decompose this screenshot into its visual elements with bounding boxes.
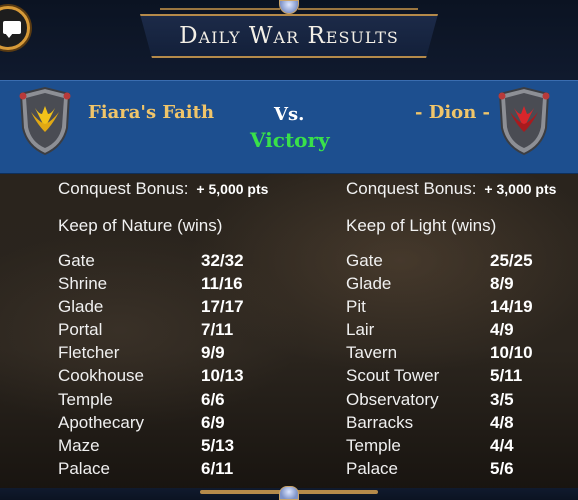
list-item: Maze 5/13 [58,435,234,458]
building-name: Cookhouse [58,366,145,386]
list-item: Glade 8/9 [346,273,514,296]
left-crest-shield-icon [19,86,71,156]
right-crest-shield-icon [498,86,550,156]
building-score: 8/9 [490,274,514,294]
list-item: Apothecary 6/9 [58,412,225,435]
building-name: Palace [58,458,110,478]
list-item: Cookhouse 10/13 [58,365,244,388]
building-name: Scout Tower [346,366,440,386]
page-title: Daily War Results [179,23,399,49]
building-name: Portal [58,320,103,340]
title-ornament-left [160,8,280,10]
building-score: 6/6 [201,389,225,409]
building-score: 4/8 [490,412,514,432]
building-score: 5/11 [490,366,523,386]
chat-bubble-icon [3,21,21,38]
list-item: Portal 7/11 [58,319,233,342]
building-name: Shrine [58,274,108,294]
building-name: Apothecary [58,412,144,432]
list-item: Glade 17/17 [58,296,244,319]
conquest-bonus-label: Conquest Bonus: [346,179,477,198]
building-name: Lair [346,320,375,340]
list-item: Pit 14/19 [346,296,533,319]
conquest-bonus-label: Conquest Bonus: [58,179,189,198]
building-name: Maze [58,435,100,455]
building-score: 7/11 [201,320,234,340]
list-item: Gate 25/25 [346,250,533,273]
building-score: 4/9 [490,320,514,340]
building-name: Gate [58,251,95,270]
list-item: Barracks 4/8 [346,412,514,435]
conquest-bonus-value: + 3,000 pts [484,181,557,197]
left-team-name: Fiara's Faith [88,102,215,123]
list-item: Temple 4/4 [346,435,514,458]
conquest-bonus-row: Conquest Bonus: + 3,000 pts [346,178,556,200]
list-item: Palace 6/11 [58,458,233,481]
list-item: Fletcher 9/9 [58,342,225,365]
right-team-name: - Dion - [415,102,491,123]
building-name: Temple [346,435,401,455]
result-label: Victory [250,128,330,152]
building-score: 10/13 [201,366,244,386]
building-score: 32/32 [201,251,244,270]
list-item: Palace 5/6 [346,458,514,481]
building-name: Pit [346,297,366,317]
list-item: Lair 4/9 [346,319,514,342]
conquest-bonus-value: + 5,000 pts [196,181,269,197]
building-name: Temple [58,389,113,409]
building-name: Tavern [346,343,398,363]
versus-band [0,80,578,174]
conquest-bonus-row: Conquest Bonus: + 5,000 pts [58,178,268,200]
building-score: 17/17 [201,297,244,317]
building-score: 5/6 [490,458,514,478]
list-item: Scout Tower 5/11 [346,365,522,388]
title-ornament-right [298,8,418,10]
building-score: 11/16 [201,274,243,294]
list-item: Gate 32/32 [58,250,244,273]
building-score: 4/4 [490,435,514,455]
building-score: 9/9 [201,343,225,363]
keep-title: Keep of Nature (wins) [58,216,223,235]
building-name: Glade [58,297,104,317]
results-list: Gate 32/32 Shrine 11/16 Glade 17/17 Portal 7… [58,250,244,481]
building-score: 14/19 [490,297,533,317]
building-name: Observatory [346,389,439,409]
building-name: Barracks [346,412,414,432]
building-score: 6/11 [201,458,234,478]
building-name: Gate [346,251,383,270]
list-item: Tavern 10/10 [346,342,533,365]
building-name: Fletcher [58,343,120,363]
list-item: Observatory 3/5 [346,389,514,412]
gem-ornament-icon [279,486,299,500]
results-list: Gate 25/25 Glade 8/9 Pit 14/19 Lair 4/9 Tave… [346,250,533,481]
list-item: Shrine 11/16 [58,273,243,296]
building-score: 10/10 [490,343,533,363]
building-score: 6/9 [201,412,225,432]
versus-label: Vs. [274,104,305,125]
building-name: Glade [346,274,392,294]
list-item: Temple 6/6 [58,389,225,412]
building-score: 25/25 [490,251,533,270]
keep-title: Keep of Light (wins) [346,216,497,235]
building-score: 5/13 [201,435,235,455]
building-score: 3/5 [490,389,514,409]
building-name: Palace [346,458,398,478]
